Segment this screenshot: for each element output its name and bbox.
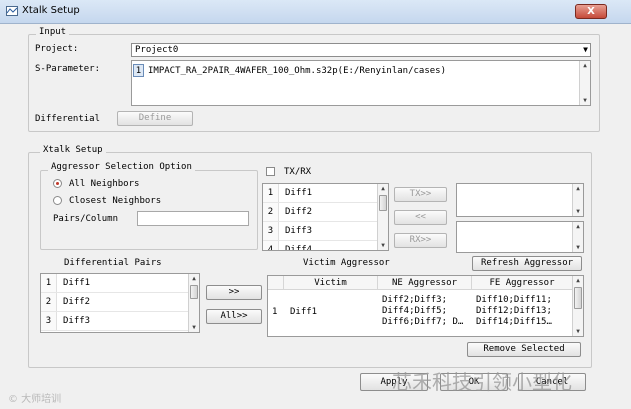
scroll-up-icon[interactable]: ▲ (580, 61, 590, 70)
list-item-label: Diff3 (63, 316, 91, 326)
fe-aggressor-line: Diff12;Diff13; (476, 306, 552, 316)
ne-aggressor-line: Diff4;Diff5; (382, 306, 448, 316)
sparam-label: S-Parameter: (35, 64, 101, 74)
differential-pairs-label: Differential Pairs (64, 258, 162, 268)
pairs-column-label: Pairs/Column (53, 214, 119, 224)
rx-target-scrollbar[interactable]: ▲ ▼ (572, 222, 583, 252)
scroll-down-icon[interactable]: ▼ (573, 243, 583, 252)
closest-neighbors-label[interactable]: Closest Neighbors (69, 196, 161, 206)
txrx-label: TX/RX (284, 167, 312, 177)
list-item[interactable]: 2 Diff2 (263, 203, 378, 222)
sparam-index: 1 (133, 64, 144, 77)
scroll-up-icon[interactable]: ▲ (378, 184, 388, 193)
window-title: Xtalk Setup (22, 5, 80, 16)
txrx-scrollbar[interactable]: ▲ ▼ (377, 184, 388, 250)
fe-aggressor-line: Diff14;Diff15… (476, 317, 552, 327)
scroll-thumb[interactable] (379, 195, 387, 211)
txrx-list[interactable]: 1 Diff1 2 Diff2 3 Diff3 4 Diff4 ▲ ▼ (262, 183, 389, 251)
list-item-index: 1 (41, 274, 57, 292)
table-header-corner (268, 276, 284, 290)
remove-selected-button[interactable]: Remove Selected (467, 342, 581, 357)
closest-neighbors-radio[interactable] (53, 196, 62, 205)
differential-label: Differential (35, 114, 101, 124)
scroll-thumb[interactable] (190, 285, 198, 299)
watermark-left: © 大师培训 (8, 394, 62, 405)
scroll-up-icon[interactable]: ▲ (573, 222, 583, 231)
list-item-label: Diff4 (285, 245, 313, 251)
chevron-down-icon: ▼ (583, 45, 588, 54)
scroll-thumb[interactable] (574, 287, 582, 309)
list-item-label: Diff1 (63, 278, 91, 288)
move-back-button[interactable]: << (394, 210, 447, 225)
scroll-down-icon[interactable]: ▼ (378, 241, 388, 250)
list-item[interactable]: 4 Diff4 (263, 241, 378, 251)
list-item-label: Diff2 (63, 297, 91, 307)
scroll-down-icon[interactable]: ▼ (580, 96, 590, 105)
victim-aggressor-table[interactable]: Victim NE Aggressor FE Aggressor 1 Diff1… (267, 275, 584, 337)
scroll-up-icon[interactable]: ▲ (573, 184, 583, 193)
input-group-label: Input (36, 27, 70, 37)
table-header-victim[interactable]: Victim (284, 276, 378, 290)
close-button[interactable]: X (575, 4, 607, 19)
define-button[interactable]: Define (117, 111, 193, 126)
victim-table-scrollbar[interactable]: ▲ ▼ (572, 276, 583, 336)
ne-aggressor-line: Diff6;Diff7; D… (382, 317, 464, 327)
aggressor-option-label: Aggressor Selection Option (48, 162, 195, 172)
scroll-down-icon[interactable]: ▼ (189, 323, 199, 332)
differential-pairs-list[interactable]: 1 Diff1 2 Diff2 3 Diff3 ▲ ▼ (40, 273, 200, 333)
scroll-down-icon[interactable]: ▼ (573, 207, 583, 216)
table-header-fe-aggressor[interactable]: FE Aggressor (472, 276, 573, 290)
list-item-index: 4 (263, 241, 279, 250)
list-item-index: 1 (263, 184, 279, 202)
list-item-label: Diff3 (285, 226, 313, 236)
scroll-up-icon[interactable]: ▲ (189, 274, 199, 283)
list-item-label: Diff1 (285, 188, 313, 198)
app-icon (6, 6, 18, 16)
xtalk-setup-label: Xtalk Setup (40, 145, 106, 155)
add-pair-button[interactable]: >> (206, 285, 262, 300)
pairs-column-input[interactable] (137, 211, 249, 226)
tx-target-scrollbar[interactable]: ▲ ▼ (572, 184, 583, 216)
sparam-scrollbar[interactable]: ▲ ▼ (579, 61, 590, 105)
scroll-up-icon[interactable]: ▲ (573, 276, 583, 285)
list-item-index: 2 (263, 203, 279, 221)
list-item-index: 3 (263, 222, 279, 240)
list-item[interactable]: 3 Diff3 (263, 222, 378, 241)
project-label: Project: (35, 44, 79, 54)
list-item-index: 3 (41, 312, 57, 330)
table-row-index: 1 (272, 307, 278, 317)
ne-aggressor-line: Diff2;Diff3; (382, 295, 448, 305)
tx-button[interactable]: TX>> (394, 187, 447, 202)
txrx-checkbox[interactable] (266, 167, 275, 176)
table-row[interactable]: 1 Diff1 Diff2;Diff3; Diff4;Diff5; Diff6;… (268, 290, 573, 336)
add-all-button[interactable]: All>> (206, 309, 262, 324)
all-neighbors-radio[interactable] (53, 179, 62, 188)
table-header-ne-aggressor[interactable]: NE Aggressor (378, 276, 472, 290)
scroll-down-icon[interactable]: ▼ (573, 327, 583, 336)
refresh-aggressor-button[interactable]: Refresh Aggressor (472, 256, 582, 271)
list-item[interactable]: 1 Diff1 (41, 274, 189, 293)
list-item[interactable]: 3 Diff3 (41, 312, 189, 331)
tx-target-list[interactable]: ▲ ▼ (456, 183, 584, 217)
list-item[interactable]: 2 Diff2 (41, 293, 189, 312)
differential-pairs-scrollbar[interactable]: ▲ ▼ (188, 274, 199, 332)
victim-aggressor-label: Victim Aggressor (303, 258, 390, 268)
rx-target-list[interactable]: ▲ ▼ (456, 221, 584, 253)
list-item-label: Diff2 (285, 207, 313, 217)
all-neighbors-label[interactable]: All Neighbors (69, 179, 139, 189)
rx-button[interactable]: RX>> (394, 233, 447, 248)
watermark-right: 芯禾科技引领小型化 (392, 370, 572, 394)
sparam-value: IMPACT_RA_2PAIR_4WAFER_100_Ohm.s32p(E:/R… (148, 66, 447, 76)
list-item-index: 2 (41, 293, 57, 311)
fe-aggressor-line: Diff10;Diff11; (476, 295, 552, 305)
project-select[interactable]: Project0 ▼ (131, 43, 591, 57)
project-select-value: Project0 (135, 45, 179, 55)
list-item[interactable]: 1 Diff1 (263, 184, 378, 203)
victim-cell: Diff1 (290, 307, 318, 317)
title-bar: Xtalk Setup X (0, 0, 631, 24)
sparam-list[interactable]: 1 IMPACT_RA_2PAIR_4WAFER_100_Ohm.s32p(E:… (131, 60, 591, 106)
